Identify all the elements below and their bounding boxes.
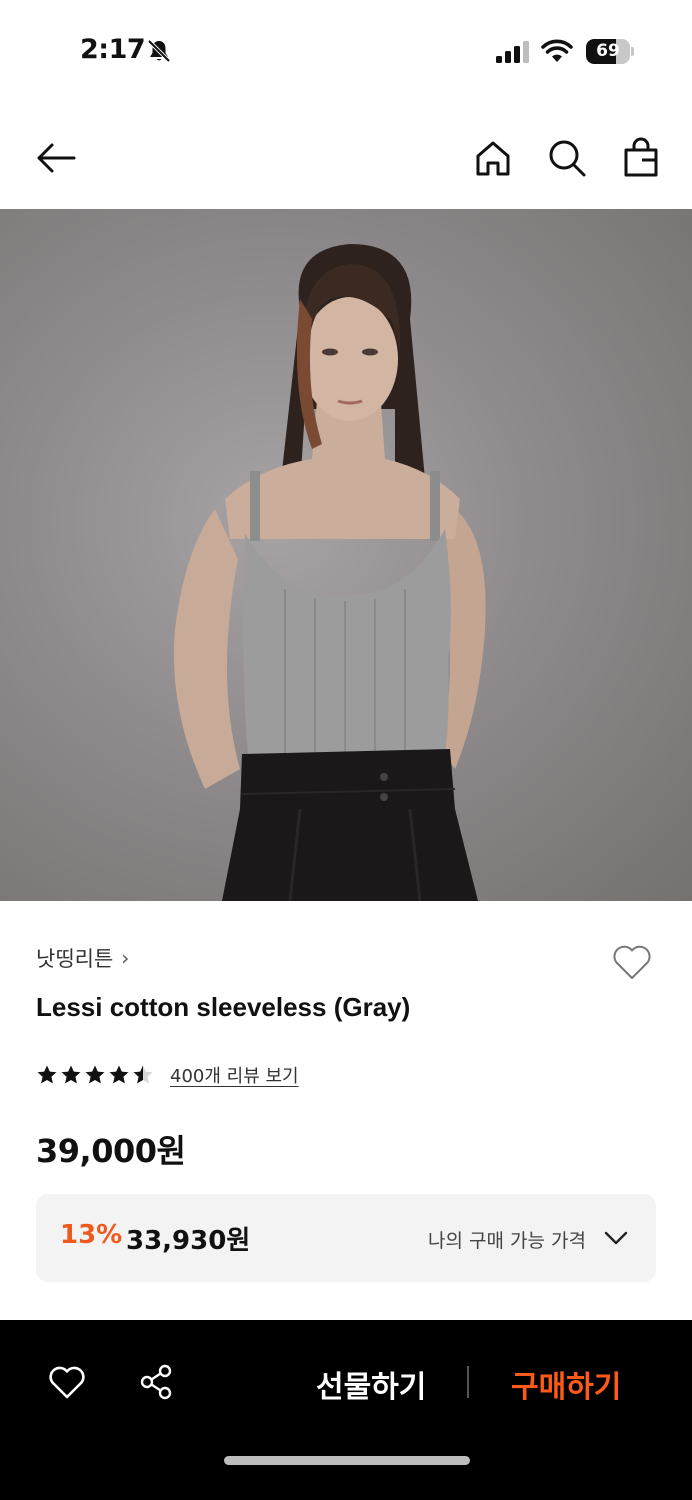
brand-name: 낫띵리튼: [36, 947, 114, 971]
wishlist-heart-icon[interactable]: [610, 940, 654, 984]
gift-button[interactable]: 선물하기: [316, 1362, 426, 1406]
signal-icon: [496, 41, 529, 63]
star-icon: [85, 1065, 105, 1084]
wifi-icon: [541, 39, 573, 62]
battery-icon: 69: [586, 39, 634, 64]
shopping-bag-icon: [624, 137, 658, 177]
product-photo: [173, 244, 486, 901]
share-icon[interactable]: [137, 1362, 177, 1402]
search-button[interactable]: [545, 136, 589, 180]
star-icon: [109, 1065, 129, 1084]
home-icon: [476, 141, 510, 176]
my-price-label: 나의 구매 가능 가격: [428, 1230, 586, 1252]
chevron-right-icon: ›: [121, 946, 130, 970]
star-icon: [37, 1065, 57, 1084]
discount-price: 33,930원: [126, 1226, 251, 1256]
star-icon: [61, 1065, 81, 1084]
product-title: Lessi cotton sleeveless (Gray): [36, 992, 411, 1022]
search-icon: [549, 140, 586, 177]
star-icon: [133, 1065, 153, 1084]
heart-icon[interactable]: [47, 1362, 87, 1402]
home-button[interactable]: [471, 136, 515, 180]
review-link[interactable]: 400개 리뷰 보기: [170, 1062, 299, 1088]
discount-box[interactable]: 13% 33,930원 나의 구매 가능 가격: [36, 1194, 656, 1282]
star-rating: [36, 1064, 154, 1086]
divider: [467, 1366, 469, 1398]
status-bar: 2:17 69: [0, 0, 692, 104]
rating-row: 400개 리뷰 보기: [36, 1062, 299, 1088]
bell-slash-icon: [147, 39, 171, 63]
chevron-down-icon: [604, 1231, 628, 1245]
buy-button[interactable]: 구매하기: [511, 1362, 621, 1406]
home-indicator: [224, 1456, 470, 1465]
back-button[interactable]: [34, 136, 78, 180]
bottom-action-bar: 선물하기 구매하기: [0, 1320, 692, 1500]
discount-percent: 13%: [60, 1220, 123, 1250]
back-arrow-icon: [37, 143, 76, 173]
product-price: 39,000원: [36, 1132, 186, 1170]
status-time: 2:17: [80, 34, 146, 65]
cart-button[interactable]: [619, 136, 663, 180]
product-image[interactable]: [0, 209, 692, 901]
brand-link[interactable]: 낫띵리튼 ›: [36, 943, 129, 973]
battery-level: 69: [596, 41, 620, 61]
top-nav: [0, 110, 692, 208]
